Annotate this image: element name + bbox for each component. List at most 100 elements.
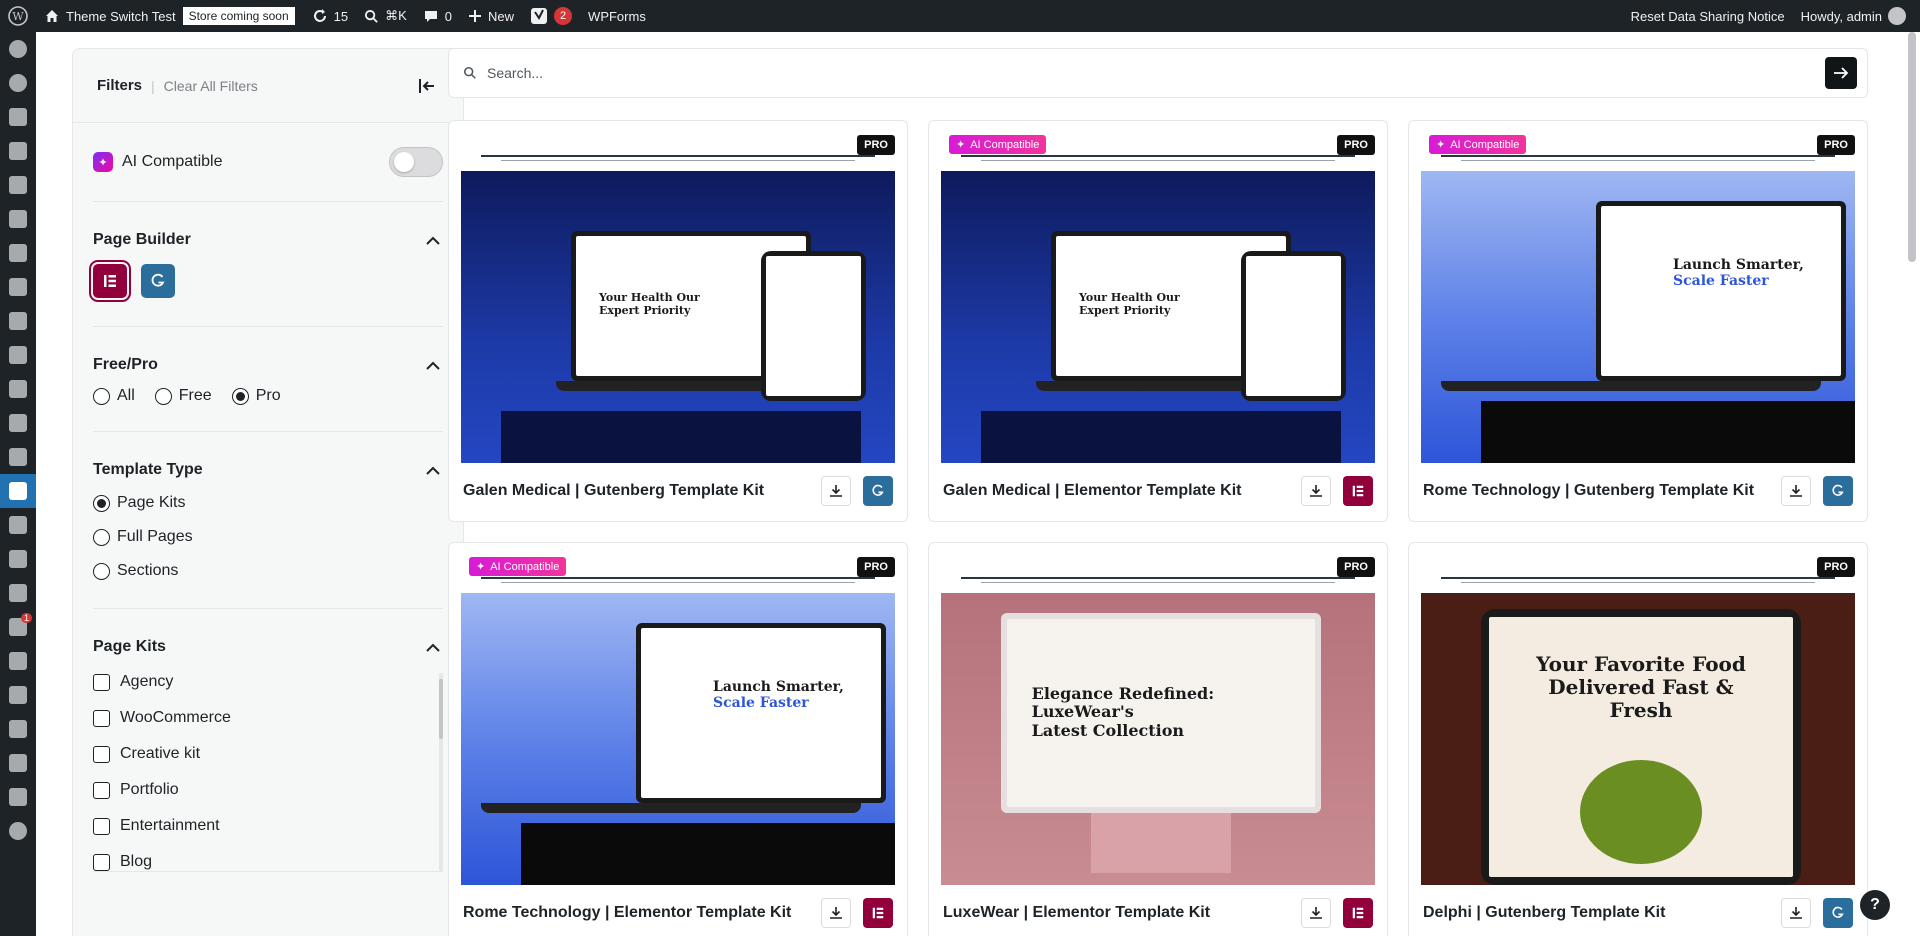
- template-title[interactable]: Galen Medical | Gutenberg Template Kit: [463, 482, 821, 500]
- radio-button[interactable]: [93, 387, 110, 405]
- elementor-badge-button[interactable]: [863, 898, 893, 928]
- help-button[interactable]: ?: [1860, 890, 1890, 920]
- template-card[interactable]: Your Health Our Expert Priority ✦ AI Compa…: [928, 120, 1388, 522]
- dashboard-icon[interactable]: [0, 32, 36, 66]
- comments-icon[interactable]: [0, 202, 36, 236]
- template-card[interactable]: Your Health Our Expert Priority PRO Galen…: [448, 120, 908, 522]
- template-title[interactable]: Delphi | Gutenberg Template Kit: [1423, 904, 1781, 922]
- analytics-icon[interactable]: [0, 372, 36, 406]
- template-card[interactable]: Your Favorite Food Delivered Fast & Fresh…: [1408, 542, 1868, 936]
- radio-button-selected[interactable]: [93, 494, 110, 512]
- radio-all[interactable]: All: [93, 387, 135, 405]
- gutenberg-builder-button[interactable]: [141, 264, 175, 298]
- template-card[interactable]: Elegance Redefined: LuxeWear's Latest Col…: [928, 542, 1388, 936]
- download-button[interactable]: [1301, 476, 1331, 506]
- ai-compatible-toggle[interactable]: [389, 147, 443, 177]
- template-thumbnail[interactable]: Your Health Our Expert Priority: [461, 133, 895, 463]
- chevron-up-icon[interactable]: [423, 637, 443, 657]
- download-button[interactable]: [1781, 898, 1811, 928]
- checkbox[interactable]: [93, 673, 110, 691]
- templates-kit-icon[interactable]: [0, 474, 36, 508]
- template-card[interactable]: Launch Smarter, Scale Faster ✦ AI Compatib…: [1408, 120, 1868, 522]
- user-switch-icon[interactable]: [0, 780, 36, 814]
- reset-data-sharing-link[interactable]: Reset Data Sharing Notice: [1623, 0, 1793, 32]
- collapse-menu-icon[interactable]: [0, 814, 36, 848]
- chevron-up-icon[interactable]: [423, 460, 443, 480]
- download-button[interactable]: [821, 898, 851, 928]
- search-submit-button[interactable]: [1825, 57, 1857, 89]
- template-thumbnail[interactable]: Your Favorite Food Delivered Fast & Fresh: [1421, 555, 1855, 885]
- radio-button-selected[interactable]: [231, 387, 249, 405]
- download-button[interactable]: [821, 476, 851, 506]
- checkbox[interactable]: [93, 745, 110, 763]
- checkbox[interactable]: [93, 709, 110, 727]
- radio-free[interactable]: Free: [154, 387, 212, 405]
- woocommerce-icon[interactable]: [0, 270, 36, 304]
- updates-link[interactable]: 15: [304, 0, 356, 32]
- checkbox[interactable]: [93, 817, 110, 835]
- radio-sections[interactable]: Sections: [93, 562, 443, 580]
- radio-button[interactable]: [93, 528, 110, 546]
- template-card[interactable]: Launch Smarter, Scale Faster ✦ AI Compatib…: [448, 542, 908, 936]
- radio-button[interactable]: [154, 387, 172, 405]
- mail-icon[interactable]: [0, 236, 36, 270]
- template-thumbnail[interactable]: Launch Smarter, Scale Faster: [461, 555, 895, 885]
- elementor-badge-button[interactable]: [1343, 476, 1373, 506]
- command-search-link[interactable]: ⌘K: [356, 0, 415, 32]
- plugins-icon[interactable]: 1: [0, 610, 36, 644]
- media-icon[interactable]: [0, 134, 36, 168]
- radio-button[interactable]: [93, 562, 110, 580]
- wave-logo-icon[interactable]: [0, 576, 36, 610]
- wordpress-logo-icon[interactable]: W: [0, 0, 36, 32]
- checkbox-blog[interactable]: Blog: [93, 853, 431, 871]
- appearance-brush-icon[interactable]: [0, 508, 36, 542]
- page-scrollbar[interactable]: [1908, 32, 1916, 262]
- template-title[interactable]: Galen Medical | Elementor Template Kit: [943, 482, 1301, 500]
- clear-all-filters-link[interactable]: Clear All Filters: [164, 78, 258, 94]
- radio-pro[interactable]: Pro: [231, 387, 281, 405]
- checkbox-woocommerce[interactable]: WooCommerce: [93, 709, 431, 727]
- yoast-menu-icon[interactable]: [0, 746, 36, 780]
- comments-link[interactable]: 0: [415, 0, 460, 32]
- search-input[interactable]: [487, 65, 1825, 81]
- radio-page-kits[interactable]: Page Kits: [93, 494, 443, 512]
- elementor-icon[interactable]: [0, 66, 36, 100]
- gutenberg-badge-button[interactable]: [863, 476, 893, 506]
- template-thumbnail[interactable]: Launch Smarter, Scale Faster: [1421, 133, 1855, 463]
- chevron-up-icon[interactable]: [423, 355, 443, 375]
- elementor-badge-button[interactable]: [1343, 898, 1373, 928]
- site-name-link[interactable]: Theme Switch Test Store coming soon: [36, 0, 304, 32]
- gutenberg-badge-button[interactable]: [1823, 898, 1853, 928]
- yoast-link[interactable]: 2: [522, 0, 580, 32]
- template-title[interactable]: Rome Technology | Elementor Template Kit: [463, 904, 821, 922]
- checkbox-creative-kit[interactable]: Creative kit: [93, 745, 431, 763]
- my-account-link[interactable]: Howdy, admin: [1793, 0, 1920, 32]
- chevron-up-icon[interactable]: [423, 230, 443, 250]
- customize-icon[interactable]: [0, 542, 36, 576]
- download-button[interactable]: [1301, 898, 1331, 928]
- radio-full-pages[interactable]: Full Pages: [93, 528, 443, 546]
- wpforms-link[interactable]: WPForms: [580, 0, 654, 32]
- collapse-filters-button[interactable]: [415, 74, 439, 98]
- checkbox-entertainment[interactable]: Entertainment: [93, 817, 431, 835]
- payments-icon[interactable]: [0, 338, 36, 372]
- elementor-builder-button[interactable]: [89, 260, 131, 302]
- checkbox-portfolio[interactable]: Portfolio: [93, 781, 431, 799]
- tools-wrench-icon[interactable]: [0, 678, 36, 712]
- download-button[interactable]: [1781, 476, 1811, 506]
- products-icon[interactable]: [0, 304, 36, 338]
- settings-icon[interactable]: [0, 712, 36, 746]
- template-title[interactable]: LuxeWear | Elementor Template Kit: [943, 904, 1301, 922]
- gutenberg-badge-button[interactable]: [1823, 476, 1853, 506]
- forms-icon[interactable]: [0, 440, 36, 474]
- page-kits-scrollbar-thumb[interactable]: [439, 679, 443, 739]
- checkbox-agency[interactable]: Agency: [93, 673, 431, 691]
- template-thumbnail[interactable]: Your Health Our Expert Priority: [941, 133, 1375, 463]
- new-content-link[interactable]: New: [460, 0, 522, 32]
- checkbox[interactable]: [93, 853, 110, 871]
- checkbox[interactable]: [93, 781, 110, 799]
- marketing-icon[interactable]: [0, 406, 36, 440]
- store-coming-soon-badge[interactable]: Store coming soon: [181, 6, 296, 26]
- users-icon[interactable]: [0, 644, 36, 678]
- template-title[interactable]: Rome Technology | Gutenberg Template Kit: [1423, 482, 1781, 500]
